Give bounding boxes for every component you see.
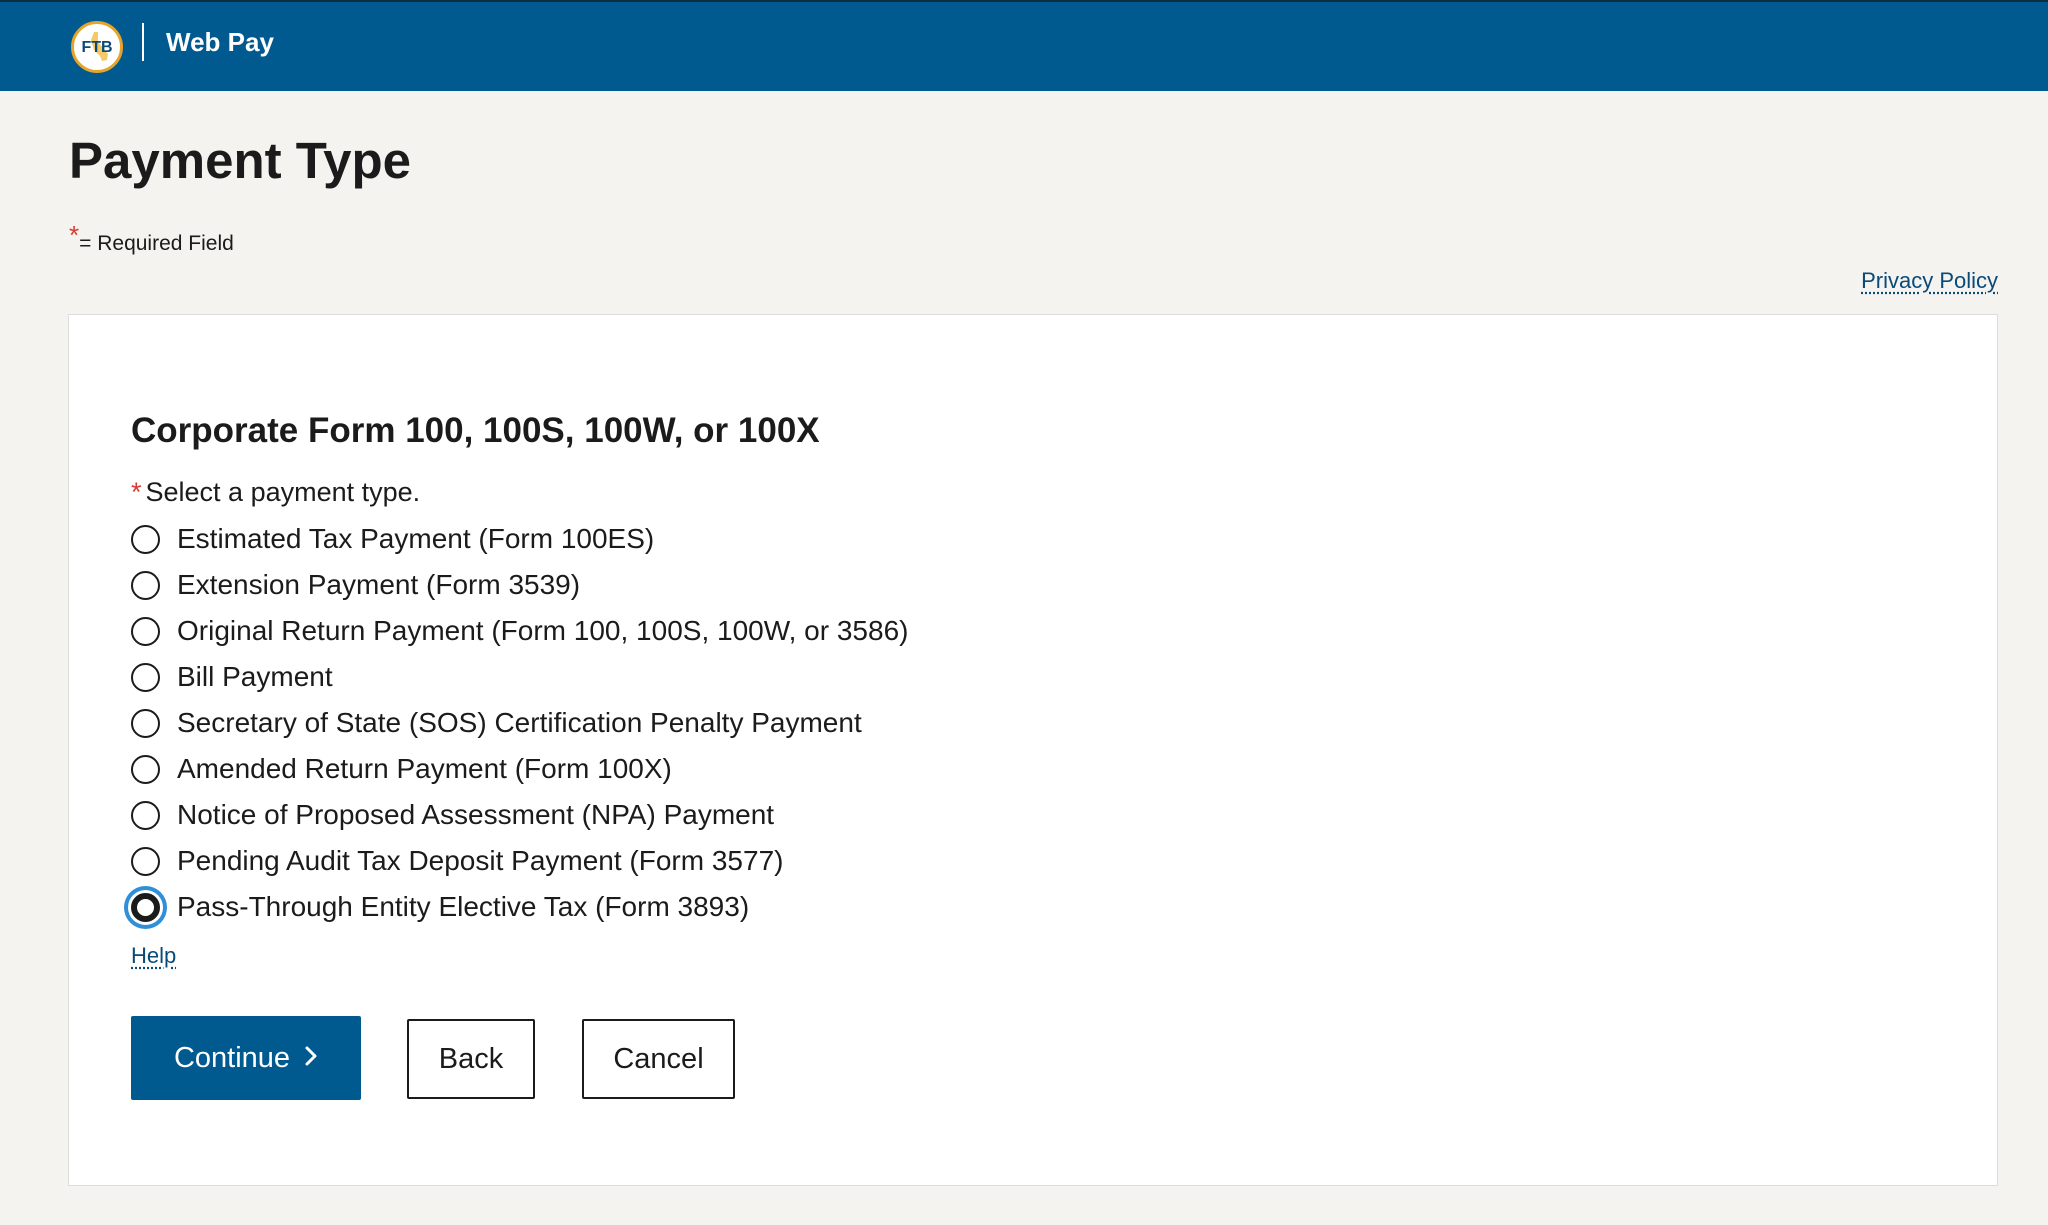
payment-type-card: Corporate Form 100, 100S, 100W, or 100X … [68, 314, 1998, 1186]
payment-option-extension[interactable]: Extension Payment (Form 3539) [131, 562, 908, 608]
top-bar: FTB Web Pay [0, 0, 2048, 91]
continue-button[interactable]: Continue [131, 1016, 361, 1100]
ftb-logo-icon[interactable]: FTB [71, 21, 123, 73]
required-note-text: = Required Field [79, 232, 234, 255]
continue-label: Continue [173, 1041, 291, 1074]
question-text: Select a payment type. [145, 477, 421, 507]
required-star: * [69, 220, 80, 250]
option-label[interactable]: Bill Payment [177, 661, 333, 693]
option-label[interactable]: Pending Audit Tax Deposit Payment (Form … [177, 845, 783, 877]
option-label[interactable]: Notice of Proposed Assessment (NPA) Paym… [177, 799, 774, 831]
chevron-right-icon [304, 1042, 318, 1075]
payment-option-sos-penalty[interactable]: Secretary of State (SOS) Certification P… [131, 700, 908, 746]
option-label[interactable]: Secretary of State (SOS) Certification P… [177, 707, 862, 739]
payment-option-original-return[interactable]: Original Return Payment (Form 100, 100S,… [131, 608, 908, 654]
radio-button[interactable] [131, 524, 160, 554]
cancel-button[interactable]: Cancel [582, 1019, 735, 1099]
radio-button[interactable] [131, 846, 160, 876]
payment-option-estimated-tax[interactable]: Estimated Tax Payment (Form 100ES) [131, 516, 908, 562]
privacy-policy-link[interactable]: Privacy Policy [1861, 268, 1998, 294]
section-title: Corporate Form 100, 100S, 100W, or 100X [131, 411, 820, 450]
payment-option-pass-through-entity[interactable]: Pass-Through Entity Elective Tax (Form 3… [131, 884, 908, 930]
page-title: Payment Type [69, 132, 412, 189]
radio-button[interactable] [131, 662, 160, 692]
payment-option-pending-audit[interactable]: Pending Audit Tax Deposit Payment (Form … [131, 838, 908, 884]
radio-button[interactable] [131, 616, 160, 646]
radio-button[interactable] [131, 570, 160, 600]
help-link[interactable]: Help [131, 943, 176, 969]
radio-button[interactable] [131, 800, 160, 830]
payment-option-bill[interactable]: Bill Payment [131, 654, 908, 700]
header-divider [142, 23, 144, 61]
logo-text: FTB [81, 39, 113, 56]
option-label[interactable]: Estimated Tax Payment (Form 100ES) [177, 523, 654, 555]
radio-button[interactable] [131, 892, 160, 922]
option-label[interactable]: Extension Payment (Form 3539) [177, 569, 580, 601]
app-title: Web Pay [166, 27, 274, 57]
radio-button[interactable] [131, 754, 160, 784]
payment-option-npa[interactable]: Notice of Proposed Assessment (NPA) Paym… [131, 792, 908, 838]
payment-type-question: * Select a payment type. [131, 477, 420, 508]
required-star: * [131, 477, 142, 507]
payment-type-options: Estimated Tax Payment (Form 100ES) Exten… [131, 516, 908, 930]
radio-button[interactable] [131, 708, 160, 738]
payment-option-amended-return[interactable]: Amended Return Payment (Form 100X) [131, 746, 908, 792]
back-button[interactable]: Back [407, 1019, 535, 1099]
option-label[interactable]: Pass-Through Entity Elective Tax (Form 3… [177, 891, 749, 923]
required-field-note: *= Required Field [69, 220, 234, 257]
option-label[interactable]: Original Return Payment (Form 100, 100S,… [177, 615, 908, 647]
option-label[interactable]: Amended Return Payment (Form 100X) [177, 753, 672, 785]
